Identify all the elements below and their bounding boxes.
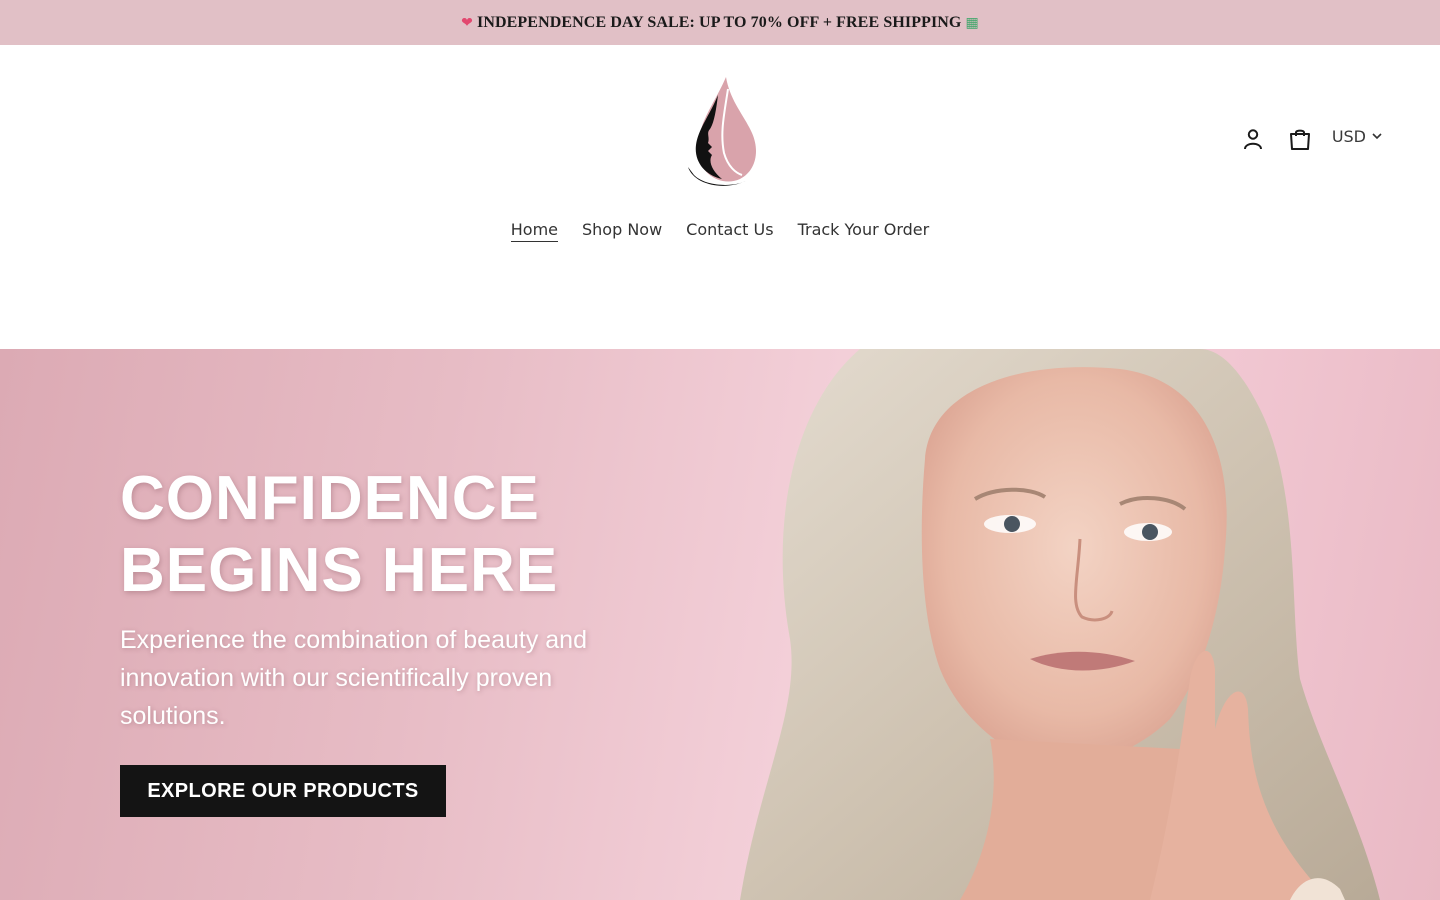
brand-logo[interactable] xyxy=(684,75,760,189)
shopping-bags-icon: ▦ xyxy=(965,14,979,31)
explore-products-button[interactable]: EXPLORE OUR PRODUCTS xyxy=(120,765,446,817)
nav-item-home[interactable]: Home xyxy=(510,220,558,242)
currency-value: USD xyxy=(1331,126,1366,146)
announcement-bar: ❤ INDEPENDENCE DAY SALE: UP TO 70% OFF +… xyxy=(0,0,1440,45)
account-button[interactable] xyxy=(1239,125,1267,153)
user-icon xyxy=(1243,129,1262,150)
site-header: USD Home Shop Now Contact Us Track Your … xyxy=(0,45,1440,349)
hero-subtitle: Experience the combination of beauty and… xyxy=(120,626,587,730)
nav-item-contact-us[interactable]: Contact Us xyxy=(686,220,773,242)
hero-title-line1: CONFIDENCE xyxy=(120,464,540,533)
nav-item-track-order[interactable]: Track Your Order xyxy=(798,220,930,242)
heart-gift-icon: ❤ xyxy=(461,14,474,31)
shopping-bag-icon xyxy=(1289,129,1310,150)
announcement-text: INDEPENDENCE DAY SALE: UP TO 70% OFF + F… xyxy=(477,13,962,31)
hero-banner: CONFIDENCE BEGINS HERE Experience the co… xyxy=(0,349,1440,900)
header-actions: USD xyxy=(1239,125,1382,153)
nav-item-shop-now[interactable]: Shop Now xyxy=(582,220,662,242)
chevron-down-icon xyxy=(1372,133,1382,140)
hero-title-line2: BEGINS HERE xyxy=(120,536,559,605)
main-nav: Home Shop Now Contact Us Track Your Orde… xyxy=(0,220,1440,242)
hero-title: CONFIDENCE BEGINS HERE xyxy=(120,463,740,607)
droplet-logo-icon xyxy=(688,77,756,186)
cart-button[interactable] xyxy=(1286,125,1314,153)
currency-selector[interactable]: USD xyxy=(1332,127,1382,146)
